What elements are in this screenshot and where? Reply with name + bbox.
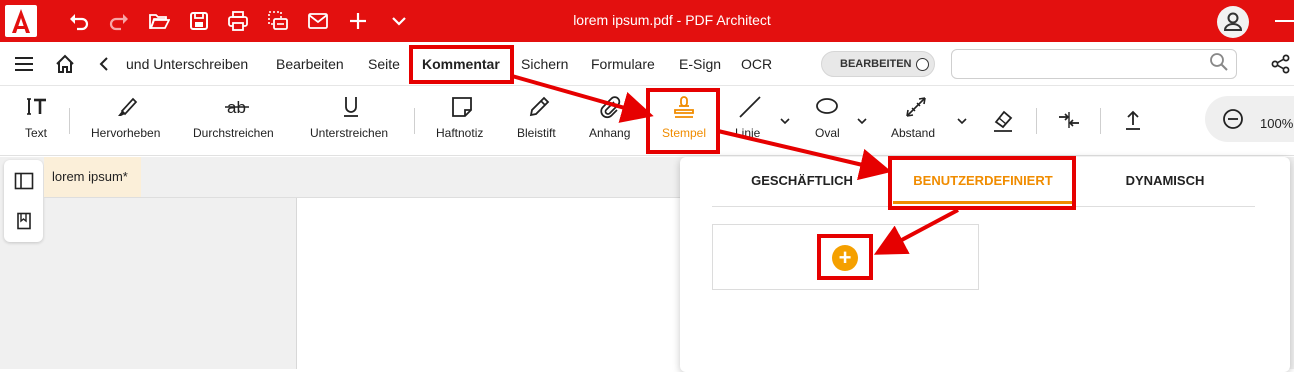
tool-line-label[interactable]: Linie <box>735 126 760 140</box>
highlight-box-add-button <box>817 234 873 280</box>
ribbon-divider <box>414 108 415 134</box>
paperclip-icon[interactable] <box>597 94 623 120</box>
window-title: lorem ipsum.pdf - PDF Architect <box>573 12 771 28</box>
hamburger-menu-icon[interactable] <box>14 55 34 73</box>
zoom-out-icon[interactable] <box>1222 108 1244 130</box>
document-tab[interactable]: lorem ipsum* <box>44 157 141 197</box>
strikethrough-icon[interactable]: ab <box>224 94 250 120</box>
tool-underline-label[interactable]: Unterstreichen <box>310 126 388 140</box>
highlight-box-benutzerdefiniert <box>888 156 1076 210</box>
toggle-knob <box>916 58 929 71</box>
menu-seite[interactable]: Seite <box>368 56 400 72</box>
ribbon-divider <box>1036 108 1037 134</box>
search-icon[interactable] <box>1209 52 1229 72</box>
tool-strikethrough-label[interactable]: Durchstreichen <box>193 126 274 140</box>
distance-icon[interactable] <box>903 94 929 120</box>
ribbon-divider <box>1100 108 1101 134</box>
menu-formulare[interactable]: Formulare <box>591 56 655 72</box>
document-tab-label: lorem ipsum* <box>52 169 128 184</box>
title-bar: lorem ipsum.pdf - PDF Architect <box>0 0 1294 42</box>
zoom-value[interactable]: 100% <box>1260 116 1293 131</box>
eraser-icon[interactable] <box>990 108 1016 134</box>
tab-geschaeftlich[interactable]: GESCHÄFTLICH <box>712 173 892 188</box>
tool-sticky-note-label[interactable]: Haftnotiz <box>436 126 483 140</box>
document-modified-marker: * <box>122 169 128 184</box>
panel-toggle-icon[interactable] <box>14 172 34 190</box>
ribbon-divider <box>69 108 70 134</box>
menu-bar: und Unterschreiben Bearbeiten Seite Komm… <box>0 42 1294 86</box>
side-panel <box>4 160 43 242</box>
tool-text-label[interactable]: Text <box>25 126 47 140</box>
tool-highlight-label[interactable]: Hervorheben <box>91 126 160 140</box>
distance-dropdown-chevron-icon[interactable] <box>956 114 968 126</box>
edit-mode-toggle[interactable]: BEARBEITEN <box>821 51 935 77</box>
line-dropdown-chevron-icon[interactable] <box>779 114 791 126</box>
text-insert-icon[interactable] <box>25 94 51 120</box>
menu-e-sign[interactable]: E-Sign <box>679 56 721 72</box>
highlighter-icon[interactable] <box>114 94 140 120</box>
bookmark-icon[interactable] <box>16 212 32 230</box>
search-input[interactable] <box>951 49 1237 79</box>
menu-ocr[interactable]: OCR <box>741 56 772 72</box>
user-avatar-icon[interactable] <box>1217 6 1249 38</box>
tool-attachment-label[interactable]: Anhang <box>589 126 630 140</box>
tool-pencil-label[interactable]: Bleistift <box>517 126 556 140</box>
menu-bearbeiten[interactable]: Bearbeiten <box>276 56 344 72</box>
pencil-icon[interactable] <box>526 94 552 120</box>
export-icon[interactable] <box>1120 108 1146 134</box>
share-icon[interactable] <box>1270 53 1292 75</box>
oval-icon[interactable] <box>814 94 840 120</box>
document-tab-title: lorem ipsum <box>52 169 123 184</box>
line-icon[interactable] <box>737 94 763 120</box>
minimize-icon[interactable] <box>1275 20 1294 22</box>
oval-dropdown-chevron-icon[interactable] <box>856 114 868 126</box>
tool-oval-label[interactable]: Oval <box>815 126 840 140</box>
edit-mode-label: BEARBEITEN <box>840 58 912 70</box>
tool-distance-label[interactable]: Abstand <box>891 126 935 140</box>
highlight-box-kommentar <box>409 45 514 84</box>
pdf-page[interactable] <box>296 198 686 369</box>
highlight-box-stempel <box>646 88 720 154</box>
tab-dynamisch[interactable]: DYNAMISCH <box>1075 173 1255 188</box>
home-icon[interactable] <box>54 53 76 75</box>
sticky-note-icon[interactable] <box>449 94 475 120</box>
menu-und-unterschreiben[interactable]: und Unterschreiben <box>126 56 248 72</box>
compare-icon[interactable] <box>1056 108 1082 134</box>
chevron-left-icon[interactable] <box>97 56 111 72</box>
underline-icon[interactable] <box>338 94 364 120</box>
menu-sichern[interactable]: Sichern <box>521 56 568 72</box>
